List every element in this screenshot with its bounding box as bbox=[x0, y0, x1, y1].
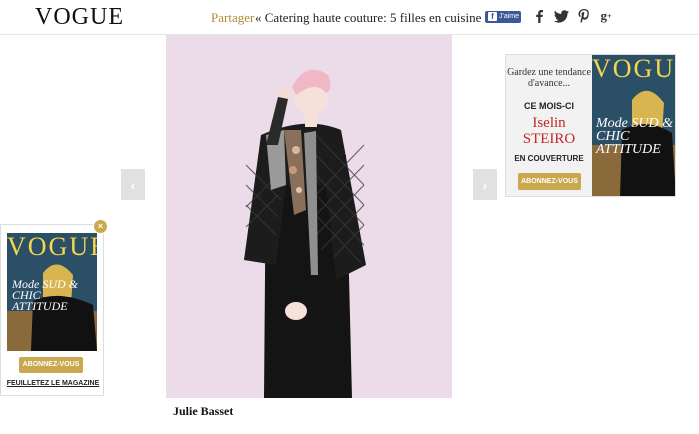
close-icon[interactable]: × bbox=[93, 219, 108, 234]
ad-this-month: CE MOIS-CI bbox=[523, 101, 574, 111]
ad-cover-star: Iselin STEIRO bbox=[506, 115, 592, 147]
chevron-right-icon: › bbox=[482, 176, 488, 193]
google-plus-icon[interactable]: g + bbox=[597, 7, 615, 25]
magazine-cover[interactable]: VOGUE Mode SUD & CHIC ATTITUDE bbox=[592, 55, 675, 196]
facebook-like-label: J'aime bbox=[499, 13, 520, 20]
gallery-photo[interactable] bbox=[166, 35, 452, 398]
site-header: VOGUE Partager « Catering haute couture:… bbox=[0, 0, 699, 35]
ad-on-cover: EN COUVERTURE bbox=[514, 154, 584, 163]
facebook-like-button[interactable]: f J'aime bbox=[485, 11, 521, 23]
ad-tagline: Gardez une tendance d'avance... bbox=[507, 67, 591, 89]
share-label[interactable]: Partager bbox=[211, 10, 254, 26]
subscribe-button[interactable]: ABONNEZ-VOUS bbox=[518, 173, 581, 190]
previous-photo-button[interactable]: ‹ bbox=[121, 169, 145, 200]
ad-cover-star-first: Iselin bbox=[532, 115, 566, 131]
subscription-ad-left[interactable]: VOGUE Mode SUD & CHIC ATTITUDE ABONNEZ-V… bbox=[0, 224, 104, 396]
subscription-ad-right[interactable]: Gardez une tendance d'avance... CE MOIS-… bbox=[505, 54, 676, 197]
magazine-cover-left[interactable]: VOGUE Mode SUD & CHIC ATTITUDE bbox=[7, 233, 97, 351]
facebook-f-icon: f bbox=[488, 11, 497, 21]
chevron-left-icon: ‹ bbox=[130, 176, 136, 193]
cover-headline: Mode SUD & CHIC ATTITUDE bbox=[596, 116, 673, 157]
facebook-icon[interactable] bbox=[530, 7, 548, 25]
browse-magazine-link[interactable]: FEUILLETEZ LE MAGAZINE bbox=[1, 380, 105, 387]
ad-cover-star-last: STEIRO bbox=[522, 131, 576, 147]
photo-caption: Julie Basset bbox=[173, 404, 234, 418]
subscribe-button-left[interactable]: ABONNEZ-VOUS bbox=[19, 357, 83, 373]
vogue-logo[interactable]: VOGUE bbox=[35, 4, 124, 31]
model-illustration bbox=[166, 35, 452, 398]
article-title[interactable]: « Catering haute couture: 5 filles en cu… bbox=[255, 10, 491, 26]
cover-headline-left: Mode SUD & CHIC ATTITUDE bbox=[12, 277, 78, 313]
twitter-icon[interactable] bbox=[552, 7, 570, 25]
next-photo-button[interactable]: › bbox=[473, 169, 497, 200]
pinterest-icon[interactable] bbox=[575, 7, 593, 25]
